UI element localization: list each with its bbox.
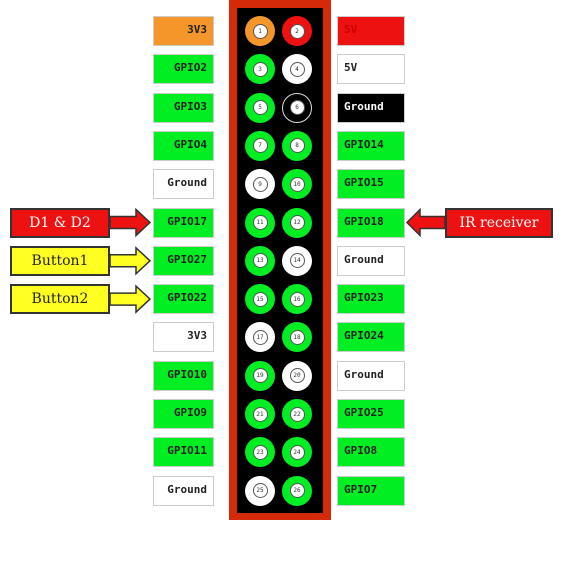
pin-20: 20 — [282, 360, 312, 391]
annotation-ir-receiver: IR receiver — [445, 207, 553, 238]
pin-number: 20 — [289, 368, 305, 384]
pin-label-left: Ground — [153, 475, 214, 506]
pin-label-left: GPIO22 — [153, 284, 214, 315]
pin-number: 13 — [252, 253, 268, 269]
pin-number: 17 — [252, 329, 268, 345]
pin-label-right: Ground — [337, 245, 405, 276]
pin-number: 23 — [252, 444, 268, 460]
pin-number: 22 — [289, 406, 305, 422]
pin-label-left: GPIO4 — [153, 130, 214, 161]
pin-25: 25 — [245, 475, 275, 506]
pin-label-right: GPIO15 — [337, 169, 405, 200]
pin-number: 16 — [289, 291, 305, 307]
pin-number: 4 — [289, 61, 305, 77]
pin-label-left: 3V3 — [153, 322, 214, 353]
pin-number: 8 — [289, 138, 305, 154]
arrow-icon — [109, 284, 152, 314]
pin-number: 7 — [252, 138, 268, 154]
pin-number: 2 — [289, 23, 305, 39]
pin-number: 18 — [289, 329, 305, 345]
pin-label-right: 5V — [337, 54, 405, 85]
pin-22: 22 — [282, 399, 312, 429]
arrow-icon — [405, 207, 446, 238]
pin-13: 13 — [245, 245, 275, 276]
pin-label-right: GPIO25 — [337, 399, 405, 429]
pin-number: 10 — [289, 176, 305, 192]
pin-number: 15 — [252, 291, 268, 307]
pin-label-right: GPIO14 — [337, 130, 405, 161]
pin-number: 21 — [252, 406, 268, 422]
pin-number: 19 — [252, 368, 268, 384]
pin-number: 11 — [252, 215, 268, 230]
pin-number: 9 — [252, 176, 268, 192]
pin-6: 6 — [282, 92, 312, 123]
pin-label-left: GPIO3 — [153, 92, 214, 123]
pin-label-left: GPIO10 — [153, 360, 214, 391]
pin-label-right: 5V — [337, 16, 405, 46]
pin-2: 2 — [282, 16, 312, 46]
pin-number: 25 — [252, 483, 268, 499]
pin-8: 8 — [282, 130, 312, 161]
pin-12: 12 — [282, 207, 312, 238]
pin-5: 5 — [245, 92, 275, 123]
pin-label-left: GPIO9 — [153, 399, 214, 429]
arrow-icon — [109, 207, 152, 238]
pin-number: 26 — [289, 483, 305, 499]
pin-number: 1 — [252, 23, 268, 39]
pin-label-right: GPIO24 — [337, 322, 405, 353]
pin-26: 26 — [282, 475, 312, 506]
annotation-button2: Button2 — [10, 284, 110, 315]
arrow-icon — [109, 246, 152, 276]
pin-1: 1 — [245, 16, 275, 46]
pin-7: 7 — [245, 130, 275, 161]
pin-label-left: 3V3 — [153, 16, 214, 46]
pin-9: 9 — [245, 169, 275, 200]
pin-21: 21 — [245, 399, 275, 429]
pin-label-right: GPIO8 — [337, 437, 405, 468]
pin-number: 12 — [289, 215, 305, 230]
pin-15: 15 — [245, 284, 275, 315]
pin-label-left: Ground — [153, 169, 214, 200]
pin-14: 14 — [282, 245, 312, 276]
pin-10: 10 — [282, 169, 312, 200]
pin-number: 5 — [252, 100, 268, 116]
pin-label-right: GPIO7 — [337, 475, 405, 506]
pin-label-right: Ground — [337, 92, 405, 123]
pin-number: 3 — [252, 61, 268, 77]
pin-label-right: Ground — [337, 360, 405, 391]
pin-19: 19 — [245, 360, 275, 391]
pin-label-left: GPIO11 — [153, 437, 214, 468]
pin-11: 11 — [245, 207, 275, 238]
pin-label-right: GPIO18 — [337, 207, 405, 238]
pin-label-left: GPIO2 — [153, 54, 214, 85]
pin-number: 6 — [289, 100, 305, 116]
annotation-button1: Button1 — [10, 245, 110, 276]
pin-label-left: GPIO17 — [153, 207, 214, 238]
pin-label-left: GPIO27 — [153, 245, 214, 276]
annotation-d1-d2: D1 & D2 — [10, 207, 110, 238]
pin-16: 16 — [282, 284, 312, 315]
pin-label-right: GPIO23 — [337, 284, 405, 315]
pin-number: 14 — [289, 253, 305, 269]
pin-number: 24 — [289, 444, 305, 460]
